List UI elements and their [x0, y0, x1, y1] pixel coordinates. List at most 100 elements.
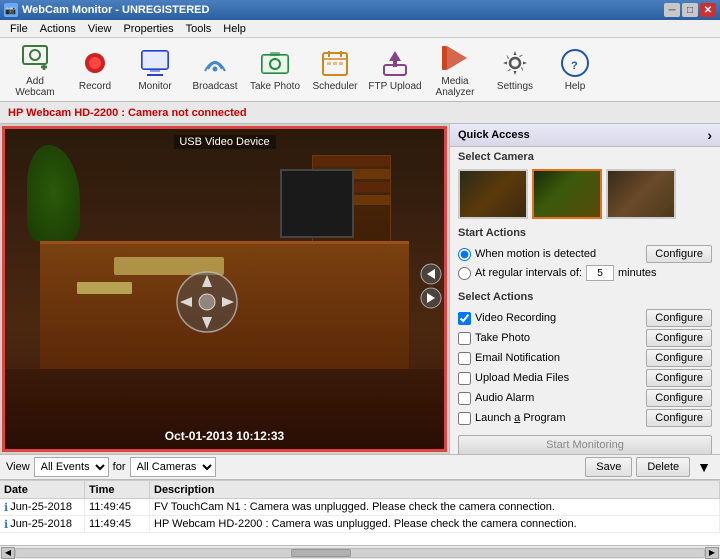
scrollbar-track[interactable] — [15, 548, 705, 558]
bottom-area: View All Events for All Cameras Save Del… — [0, 454, 720, 559]
record-button[interactable]: Record — [66, 41, 124, 99]
scroll-right-btn[interactable]: ▶ — [705, 547, 719, 559]
ftp-upload-label: FTP Upload — [368, 81, 421, 92]
log-table: Date Time Description ℹ Jun-25-2018 11:4… — [0, 480, 720, 545]
menu-actions[interactable]: Actions — [34, 22, 82, 36]
audio-alarm-checkbox[interactable] — [458, 392, 471, 405]
col-date: Date — [0, 481, 85, 498]
interval-input[interactable] — [586, 265, 614, 281]
start-actions-title: Start Actions — [450, 223, 720, 241]
menu-file[interactable]: File — [4, 22, 34, 36]
nav-overlay[interactable] — [172, 267, 242, 337]
filter-bar: View All Events for All Cameras Save Del… — [0, 454, 720, 480]
camera-thumbnails — [450, 165, 720, 223]
configure-motion-button[interactable]: Configure — [646, 245, 712, 263]
settings-icon — [499, 47, 531, 79]
start-monitoring-button[interactable]: Start Monitoring — [458, 435, 712, 455]
video-recording-checkbox[interactable] — [458, 312, 471, 325]
horizontal-scrollbar[interactable]: ◀ ▶ — [0, 545, 720, 559]
upload-media-checkbox[interactable] — [458, 372, 471, 385]
col-description: Description — [150, 481, 720, 498]
media-analyzer-button[interactable]: Media Analyzer — [426, 41, 484, 99]
col-time: Time — [85, 481, 150, 498]
interval-radio-row: At regular intervals of: minutes — [458, 265, 712, 281]
help-label: Help — [565, 81, 586, 92]
log-row-2-date: ℹ Jun-25-2018 — [0, 516, 85, 532]
settings-button[interactable]: Settings — [486, 41, 544, 99]
camera-filter[interactable]: All Cameras — [130, 457, 216, 477]
menu-help[interactable]: Help — [217, 22, 252, 36]
close-button[interactable]: ✕ — [700, 3, 716, 17]
action-row-launch: Launch a Program Configure — [458, 409, 712, 427]
ftp-upload-button[interactable]: FTP Upload — [366, 41, 424, 99]
video-recording-label: Video Recording — [475, 312, 556, 324]
configure-photo-button[interactable]: Configure — [646, 329, 712, 347]
save-button[interactable]: Save — [585, 457, 632, 477]
record-icon — [79, 47, 111, 79]
log-icon-2: ℹ — [4, 518, 8, 531]
camera-thumb-1[interactable] — [458, 169, 528, 219]
title-bar-text: WebCam Monitor - UNREGISTERED — [22, 4, 209, 16]
app-icon: 📷 — [4, 3, 18, 17]
select-camera-title: Select Camera — [450, 147, 720, 165]
quick-access-title: Quick Access — [458, 129, 530, 141]
video-timestamp: Oct-01-2013 10:12:33 — [165, 429, 284, 443]
add-webcam-icon — [19, 42, 51, 74]
menu-tools[interactable]: Tools — [180, 22, 218, 36]
menu-view[interactable]: View — [82, 22, 118, 36]
media-analyzer-label: Media Analyzer — [427, 76, 483, 98]
log-table-header: Date Time Description — [0, 481, 720, 499]
configure-launch-button[interactable]: Configure — [646, 409, 712, 427]
scroll-left-btn[interactable]: ◀ — [1, 547, 15, 559]
motion-radio-row: When motion is detected — [458, 248, 596, 261]
start-actions: When motion is detected Configure At reg… — [450, 241, 720, 287]
audio-alarm-label: Audio Alarm — [475, 392, 534, 404]
broadcast-label: Broadcast — [192, 81, 237, 92]
side-arrows[interactable] — [420, 263, 442, 309]
camera-thumb-3[interactable] — [606, 169, 676, 219]
motion-radio[interactable] — [458, 248, 471, 261]
log-row-1-desc: FV TouchCam N1 : Camera was unplugged. P… — [150, 499, 720, 515]
camera-thumb-2[interactable] — [532, 169, 602, 219]
broadcast-button[interactable]: Broadcast — [186, 41, 244, 99]
scheduler-icon — [319, 47, 351, 79]
scheduler-button[interactable]: Scheduler — [306, 41, 364, 99]
log-expand-icon[interactable]: ▼ — [694, 459, 714, 475]
interval-radio[interactable] — [458, 267, 471, 280]
help-icon: ? — [559, 47, 591, 79]
scrollbar-thumb[interactable] — [291, 549, 351, 557]
take-photo-checkbox[interactable] — [458, 332, 471, 345]
toolbar: Add Webcam Record Monitor Broadcast Take… — [0, 38, 720, 102]
maximize-button[interactable]: □ — [682, 3, 698, 17]
minimize-button[interactable]: ─ — [664, 3, 680, 17]
record-label: Record — [79, 81, 111, 92]
monitor-button[interactable]: Monitor — [126, 41, 184, 99]
events-filter[interactable]: All Events — [34, 457, 109, 477]
action-row-video: Video Recording Configure — [458, 309, 712, 327]
take-photo-button[interactable]: Take Photo — [246, 41, 304, 99]
take-photo-icon — [259, 47, 291, 79]
menu-bar: File Actions View Properties Tools Help — [0, 20, 720, 38]
ftp-upload-icon — [379, 47, 411, 79]
add-webcam-button[interactable]: Add Webcam — [6, 41, 64, 99]
quick-access-expand[interactable]: › — [707, 127, 712, 143]
email-notification-checkbox[interactable] — [458, 352, 471, 365]
launch-program-label: Launch a Program — [475, 412, 566, 424]
monitor-label: Monitor — [138, 81, 171, 92]
help-button[interactable]: ? Help — [546, 41, 604, 99]
configure-video-button[interactable]: Configure — [646, 309, 712, 327]
log-row-2[interactable]: ℹ Jun-25-2018 11:49:45 HP Webcam HD-2200… — [0, 516, 720, 533]
take-photo-action-label: Take Photo — [475, 332, 530, 344]
launch-program-checkbox[interactable] — [458, 412, 471, 425]
log-row-1[interactable]: ℹ Jun-25-2018 11:49:45 FV TouchCam N1 : … — [0, 499, 720, 516]
configure-upload-button[interactable]: Configure — [646, 369, 712, 387]
delete-button[interactable]: Delete — [636, 457, 690, 477]
menu-properties[interactable]: Properties — [117, 22, 179, 36]
configure-email-button[interactable]: Configure — [646, 349, 712, 367]
broadcast-icon — [199, 47, 231, 79]
take-photo-label: Take Photo — [250, 81, 300, 92]
svg-text:?: ? — [571, 60, 578, 72]
configure-audio-button[interactable]: Configure — [646, 389, 712, 407]
log-icon-1: ℹ — [4, 501, 8, 514]
for-label: for — [113, 461, 126, 473]
